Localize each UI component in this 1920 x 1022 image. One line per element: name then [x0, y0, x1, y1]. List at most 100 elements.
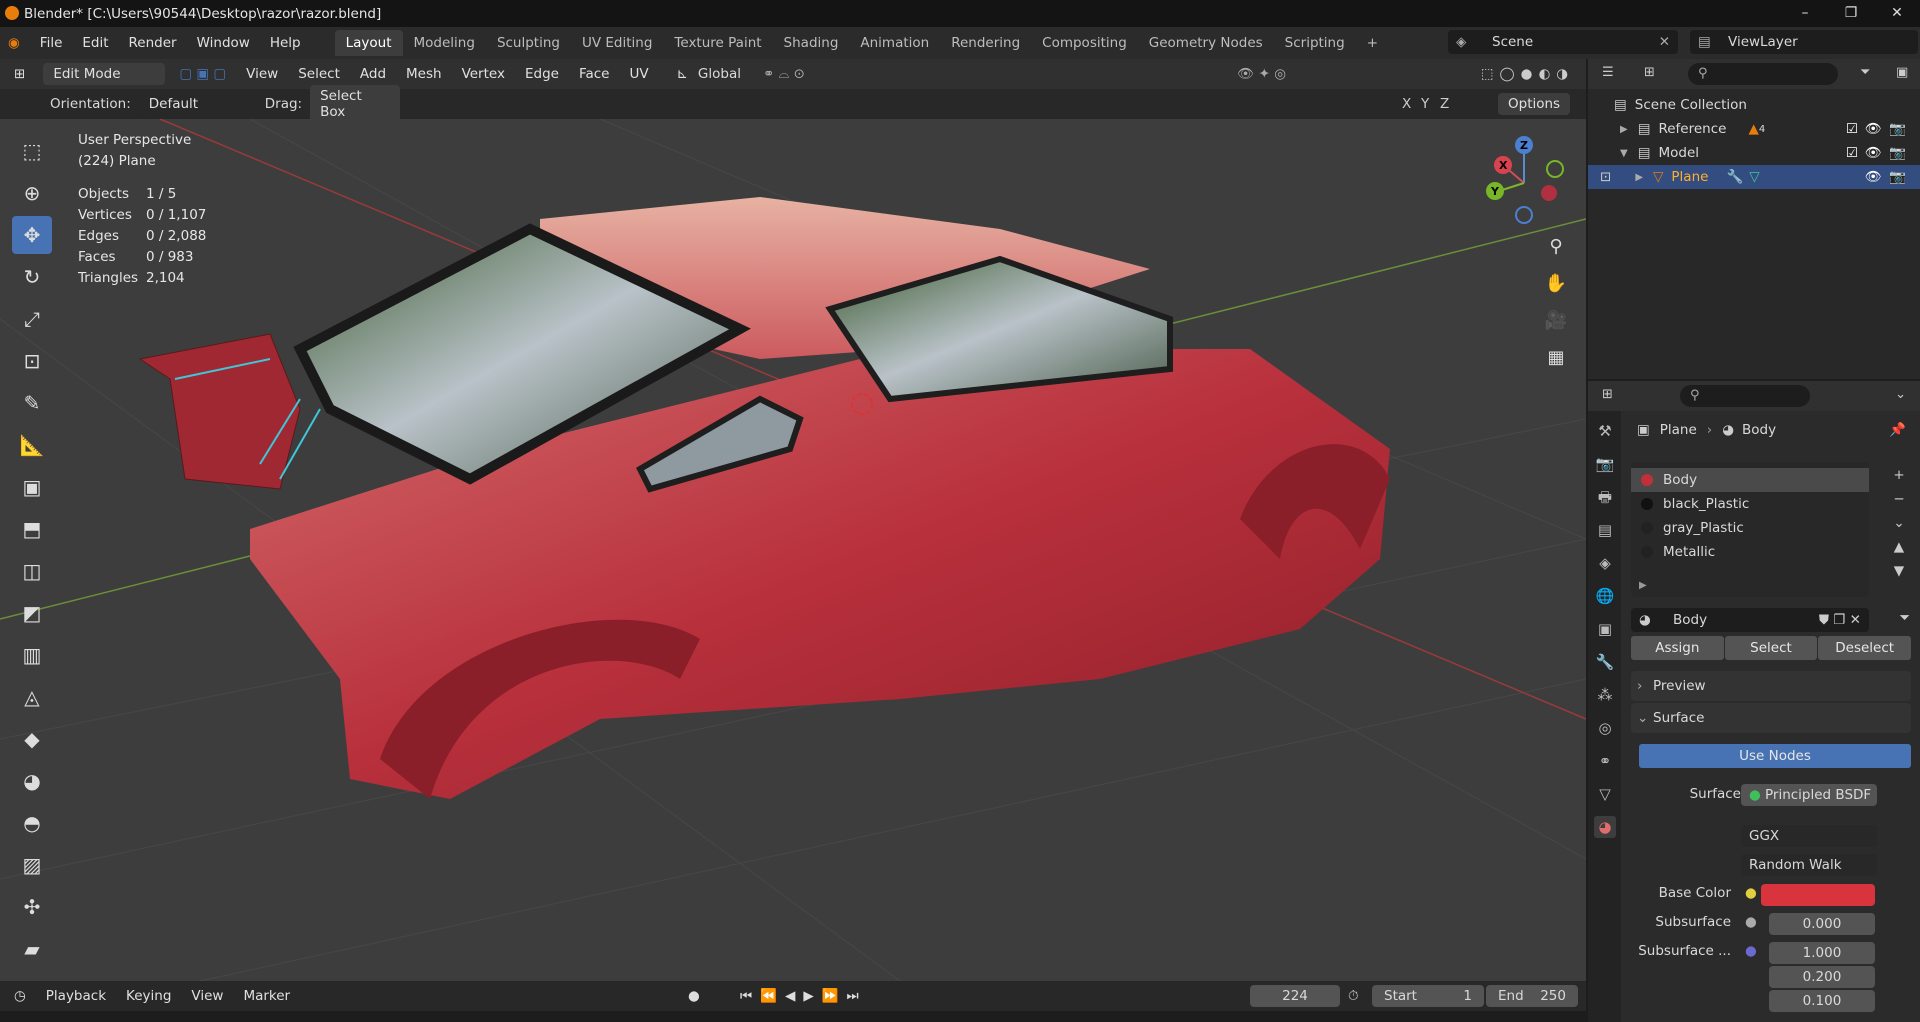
object-tab-icon[interactable]: ▣ [1594, 618, 1616, 640]
cursor-tool-icon[interactable]: ⊕ [12, 174, 52, 212]
material-slot[interactable]: Metallic [1631, 540, 1869, 564]
material-name-field[interactable]: ◕ Body ⛊ ❐ ✕ [1631, 608, 1869, 632]
new-collection-icon[interactable]: ▣ [1896, 65, 1908, 80]
render-camera-icon[interactable]: 📷 [1889, 121, 1906, 137]
current-frame-field[interactable]: 224 [1250, 985, 1340, 1007]
poly-build-tool-icon[interactable]: ◆ [12, 720, 52, 758]
stopwatch-icon[interactable]: ⏱ [1348, 988, 1359, 1004]
mirror-axis-z[interactable]: Z [1440, 96, 1449, 112]
outliner-item-plane[interactable]: ⊡ ▶ ▽ Plane 🔧 ▽ 👁 📷 [1588, 165, 1920, 189]
modifier-tab-icon[interactable]: 🔧 [1594, 651, 1616, 673]
remove-slot-icon[interactable]: − [1888, 487, 1910, 511]
menu-uv[interactable]: UV [619, 66, 658, 82]
inset-tool-icon[interactable]: ◫ [12, 552, 52, 590]
tab-animation[interactable]: Animation [849, 30, 940, 56]
scale-tool-icon[interactable]: ⤢ [12, 300, 52, 338]
select-mode-icons[interactable]: ▢ ▣ ▢ [179, 66, 226, 82]
chevron-down-icon[interactable]: ⌄ [1888, 511, 1910, 535]
edit-mode-toggle-icon[interactable]: ⊡ [1600, 169, 1611, 185]
subsurface-field[interactable]: 0.000 [1769, 913, 1875, 935]
world-tab-icon[interactable]: 🌐 [1594, 585, 1616, 607]
playback-controls-icons[interactable]: ⏮⏪◀▶⏩⏭ [740, 988, 867, 1004]
menu-vertex[interactable]: Vertex [452, 66, 515, 82]
tab-texture-paint[interactable]: Texture Paint [663, 30, 772, 56]
particles-tab-icon[interactable]: ⁂ [1594, 684, 1616, 706]
timeline-editor-icon[interactable]: ◷ [0, 988, 36, 1004]
snap-pivot-icons[interactable]: ⚭ ⌓ ⊙ [753, 66, 815, 82]
output-tab-icon[interactable]: 🖶 [1594, 486, 1616, 508]
drag-dropdown[interactable]: Select Box [310, 85, 401, 123]
end-frame-field[interactable]: End 250 [1486, 985, 1578, 1007]
move-tool-icon[interactable]: ✥ [12, 216, 52, 254]
render-tab-icon[interactable]: 📷 [1594, 453, 1616, 475]
shrink-fatten-tool-icon[interactable]: ✣ [12, 888, 52, 926]
minimize-icon[interactable]: – [1782, 0, 1828, 27]
chevron-down-icon[interactable]: ⌄ [1895, 387, 1906, 402]
expand-arrow-icon[interactable]: ▶ [1620, 124, 1628, 135]
scene-tab-icon[interactable]: ◈ [1594, 552, 1616, 574]
tab-shading[interactable]: Shading [773, 30, 850, 56]
menu-window[interactable]: Window [187, 35, 260, 51]
material-tab-icon[interactable]: ◕ [1594, 816, 1616, 838]
render-camera-icon[interactable]: 📷 [1889, 145, 1906, 161]
render-camera-icon[interactable]: 📷 [1889, 169, 1906, 185]
menu-help[interactable]: Help [260, 35, 311, 51]
preview-panel-header[interactable]: › Preview [1631, 671, 1911, 701]
exclude-checkbox[interactable]: ☑ [1846, 145, 1858, 161]
menu-face[interactable]: Face [569, 66, 620, 82]
select-button[interactable]: Select [1724, 636, 1818, 660]
menu-view-timeline[interactable]: View [181, 988, 233, 1004]
menu-marker[interactable]: Marker [233, 988, 300, 1004]
menu-file[interactable]: File [30, 35, 73, 51]
mode-dropdown[interactable]: Edit Mode [43, 63, 166, 85]
outliner-scene-collection[interactable]: ▤ Scene Collection [1588, 93, 1920, 117]
display-mode-icon[interactable]: ⊞ [1644, 65, 1655, 80]
visibility-eye-icon[interactable]: 👁 [1865, 169, 1882, 185]
shear-tool-icon[interactable]: ▰ [12, 930, 52, 968]
subsurface-radius-x-field[interactable]: 1.000 [1769, 942, 1875, 964]
visibility-eye-icon[interactable]: 👁 [1865, 121, 1882, 137]
transform-orientation-dropdown[interactable]: Global [698, 66, 741, 82]
bevel-tool-icon[interactable]: ◩ [12, 594, 52, 632]
node-tree-icon[interactable]: ⏷ [1899, 610, 1910, 626]
smooth-tool-icon[interactable]: ◓ [12, 804, 52, 842]
measure-tool-icon[interactable]: 📐 [12, 426, 52, 464]
material-actions-icons[interactable]: ⛊ ❐ ✕ [1819, 608, 1861, 632]
orientation-dropdown[interactable]: Default [138, 93, 249, 115]
menu-view[interactable]: View [236, 66, 288, 82]
tab-compositing[interactable]: Compositing [1031, 30, 1138, 56]
scene-selector[interactable]: ◈ Scene ✕ [1448, 30, 1678, 54]
physics-tab-icon[interactable]: ◎ [1594, 717, 1616, 739]
outliner-item-model[interactable]: ▼ ▤ Model ☑ 👁 📷 [1588, 141, 1920, 165]
tab-sculpting[interactable]: Sculpting [486, 30, 571, 56]
menu-mesh[interactable]: Mesh [396, 66, 452, 82]
menu-select[interactable]: Select [288, 66, 350, 82]
add-slot-icon[interactable]: + [1888, 463, 1910, 487]
tab-geometry-nodes[interactable]: Geometry Nodes [1138, 30, 1274, 56]
close-icon[interactable]: ✕ [1874, 0, 1920, 27]
surface-panel-header[interactable]: ⌄ Surface [1631, 703, 1911, 733]
tab-rendering[interactable]: Rendering [940, 30, 1031, 56]
material-slot[interactable]: black_Plastic [1631, 492, 1869, 516]
3d-viewport[interactable] [0, 119, 1586, 981]
loop-cut-tool-icon[interactable]: ▥ [12, 636, 52, 674]
navigation-gizmo[interactable]: Z X Y [1475, 135, 1605, 235]
move-up-icon[interactable]: ▲ [1888, 535, 1910, 559]
tool-tab-icon[interactable]: ⚒ [1594, 420, 1616, 442]
start-frame-field[interactable]: Start 1 [1372, 985, 1484, 1007]
viewport-gizmo-icons[interactable]: 👁 ✦ ◎ [1237, 66, 1286, 82]
base-color-swatch[interactable] [1761, 884, 1875, 906]
blender-menu-icon[interactable]: ◉ [0, 35, 30, 51]
add-cube-tool-icon[interactable]: ▣ [12, 468, 52, 506]
view-layer-selector[interactable]: ▤ ViewLayer [1690, 30, 1918, 54]
camera-view-icon[interactable]: 🎥 [1541, 306, 1571, 336]
mirror-axis-y[interactable]: Y [1421, 96, 1429, 112]
spin-tool-icon[interactable]: ◕ [12, 762, 52, 800]
menu-keying[interactable]: Keying [116, 988, 181, 1004]
pin-icon[interactable]: ✕ [1659, 34, 1670, 50]
knife-tool-icon[interactable]: ◬ [12, 678, 52, 716]
edge-slide-tool-icon[interactable]: ▨ [12, 846, 52, 884]
options-dropdown[interactable]: Options [1498, 93, 1571, 115]
zoom-icon[interactable]: ⚲ [1541, 232, 1571, 262]
move-down-icon[interactable]: ▼ [1888, 559, 1910, 583]
